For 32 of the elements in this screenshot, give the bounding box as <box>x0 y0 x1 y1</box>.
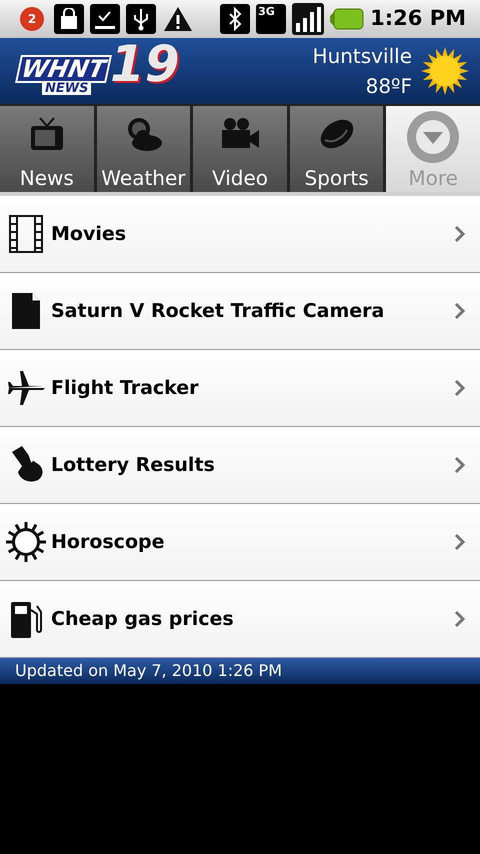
signal-icon <box>292 3 324 35</box>
menu-item[interactable]: Flight Tracker <box>0 350 480 427</box>
chevron-icon <box>454 379 466 397</box>
chevron-icon <box>454 225 466 243</box>
warning-icon <box>162 5 194 33</box>
download-done-icon <box>90 4 120 34</box>
menu-item[interactable]: Saturn V Rocket Traffic Camera <box>0 273 480 350</box>
battery-icon <box>330 8 364 30</box>
clock: 1:26 PM <box>370 5 466 32</box>
tab[interactable]: News <box>0 106 94 192</box>
temperature: 88ºF <box>366 73 412 100</box>
menu-item[interactable]: Lottery Results <box>0 427 480 504</box>
chevron-icon <box>454 302 466 320</box>
menu-item[interactable]: Movies <box>0 196 480 273</box>
tab[interactable]: Weather <box>96 106 190 192</box>
chevron-icon <box>454 456 466 474</box>
chevron-icon <box>454 610 466 628</box>
menu-item[interactable]: Cheap gas prices <box>0 581 480 658</box>
sun-face-icon <box>4 520 48 564</box>
bluetooth-icon <box>220 4 250 34</box>
film-icon <box>8 214 44 254</box>
sun-icon <box>420 46 470 96</box>
notification-badge: 2 <box>20 7 44 31</box>
city-name: Huntsville <box>312 43 412 70</box>
update-time: Updated on May 7, 2010 1:26 PM <box>15 660 282 682</box>
menu-item[interactable]: Horoscope <box>0 504 480 581</box>
usb-icon <box>126 4 156 34</box>
tab[interactable]: Sports <box>290 106 384 192</box>
document-icon <box>10 291 42 331</box>
chevron-icon <box>454 533 466 551</box>
tab[interactable]: Video <box>193 106 287 192</box>
network-indicator: 3G <box>256 4 286 34</box>
